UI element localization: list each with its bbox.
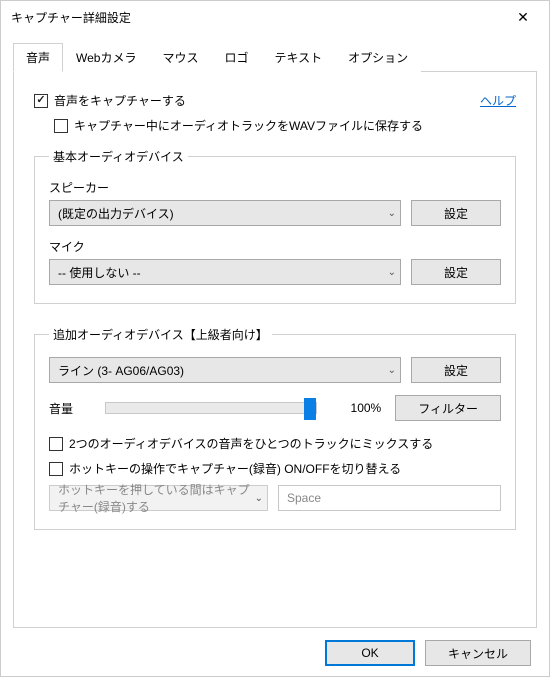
chevron-down-icon: ⌄ [388,365,396,376]
speaker-settings-button[interactable]: 設定 [411,200,501,226]
advanced-audio-group: 追加オーディオデバイス【上級者向け】 ライン (3- AG06/AG03) ⌄ … [34,326,516,530]
hotkey-config-row: ホットキーを押している間はキャプチャー(録音)する ⌄ Space [49,485,501,511]
speaker-row: (既定の出力デバイス) ⌄ 設定 [49,200,501,226]
titlebar: キャプチャー詳細設定 ✕ [1,1,549,34]
filter-button[interactable]: フィルター [395,395,501,421]
hotkey-mode-value: ホットキーを押している間はキャプチャー(録音)する [58,481,255,515]
save-wav-label: キャプチャー中にオーディオトラックをWAVファイルに保存する [74,117,423,134]
tab-logo[interactable]: ロゴ [212,43,262,72]
basic-audio-legend: 基本オーディオデバイス [49,148,188,165]
content-area: 音声 Webカメラ マウス ロゴ テキスト オプション 音声をキャプチャーする … [1,34,549,628]
mic-row: -- 使用しない -- ⌄ 設定 [49,259,501,285]
extra-device-select[interactable]: ライン (3- AG06/AG03) ⌄ [49,357,401,383]
capture-audio-checkbox[interactable] [34,94,48,108]
hotkey-toggle-label: ホットキーの操作でキャプチャー(録音) ON/OFFを切り替える [69,460,401,477]
tab-audio[interactable]: 音声 [13,43,63,72]
tabpanel-audio: 音声をキャプチャーする ヘルプ キャプチャー中にオーディオトラックをWAVファイ… [13,72,537,628]
dialog-window: キャプチャー詳細設定 ✕ 音声 Webカメラ マウス ロゴ テキスト オプション… [0,0,550,677]
volume-value: 100% [331,401,381,415]
mix-row: 2つのオーディオデバイスの音声をひとつのトラックにミックスする [49,435,501,452]
tab-strip: 音声 Webカメラ マウス ロゴ テキスト オプション [13,42,537,72]
speaker-select-value: (既定の出力デバイス) [58,205,174,222]
close-icon[interactable]: ✕ [509,9,537,26]
hotkey-toggle-row: ホットキーの操作でキャプチャー(録音) ON/OFFを切り替える [49,460,501,477]
hotkey-mode-select: ホットキーを押している間はキャプチャー(録音)する ⌄ [49,485,268,511]
advanced-audio-legend: 追加オーディオデバイス【上級者向け】 [49,326,272,343]
extra-device-row: ライン (3- AG06/AG03) ⌄ 設定 [49,357,501,383]
capture-audio-row: 音声をキャプチャーする ヘルプ [34,92,516,109]
save-wav-row: キャプチャー中にオーディオトラックをWAVファイルに保存する [54,117,516,134]
extra-device-select-value: ライン (3- AG06/AG03) [58,362,184,379]
help-link[interactable]: ヘルプ [480,92,516,109]
volume-slider-thumb[interactable] [304,398,316,420]
speaker-label: スピーカー [49,179,501,196]
volume-row: 音量 100% フィルター [49,395,501,421]
mic-select[interactable]: -- 使用しない -- ⌄ [49,259,401,285]
tab-webcam[interactable]: Webカメラ [63,43,149,72]
hotkey-key-field: Space [278,485,501,511]
hotkey-key-value: Space [287,491,321,505]
volume-label: 音量 [49,400,91,417]
mix-checkbox[interactable] [49,437,63,451]
mic-select-value: -- 使用しない -- [58,264,141,281]
tab-option[interactable]: オプション [335,43,421,72]
capture-audio-label: 音声をキャプチャーする [54,92,186,109]
window-title: キャプチャー詳細設定 [11,9,131,26]
basic-audio-group: 基本オーディオデバイス スピーカー (既定の出力デバイス) ⌄ 設定 マイク -… [34,148,516,304]
save-wav-checkbox[interactable] [54,119,68,133]
chevron-down-icon: ⌄ [255,493,263,504]
hotkey-toggle-checkbox[interactable] [49,462,63,476]
tab-text[interactable]: テキスト [262,43,336,72]
chevron-down-icon: ⌄ [388,267,396,278]
mic-settings-button[interactable]: 設定 [411,259,501,285]
mix-label: 2つのオーディオデバイスの音声をひとつのトラックにミックスする [69,435,433,452]
dialog-footer: OK キャンセル [1,628,549,682]
chevron-down-icon: ⌄ [388,208,396,219]
speaker-select[interactable]: (既定の出力デバイス) ⌄ [49,200,401,226]
tab-mouse[interactable]: マウス [149,43,211,72]
extra-device-settings-button[interactable]: 設定 [411,357,501,383]
ok-button[interactable]: OK [325,640,415,666]
mic-label: マイク [49,238,501,255]
volume-slider[interactable] [105,402,317,414]
cancel-button[interactable]: キャンセル [425,640,531,666]
